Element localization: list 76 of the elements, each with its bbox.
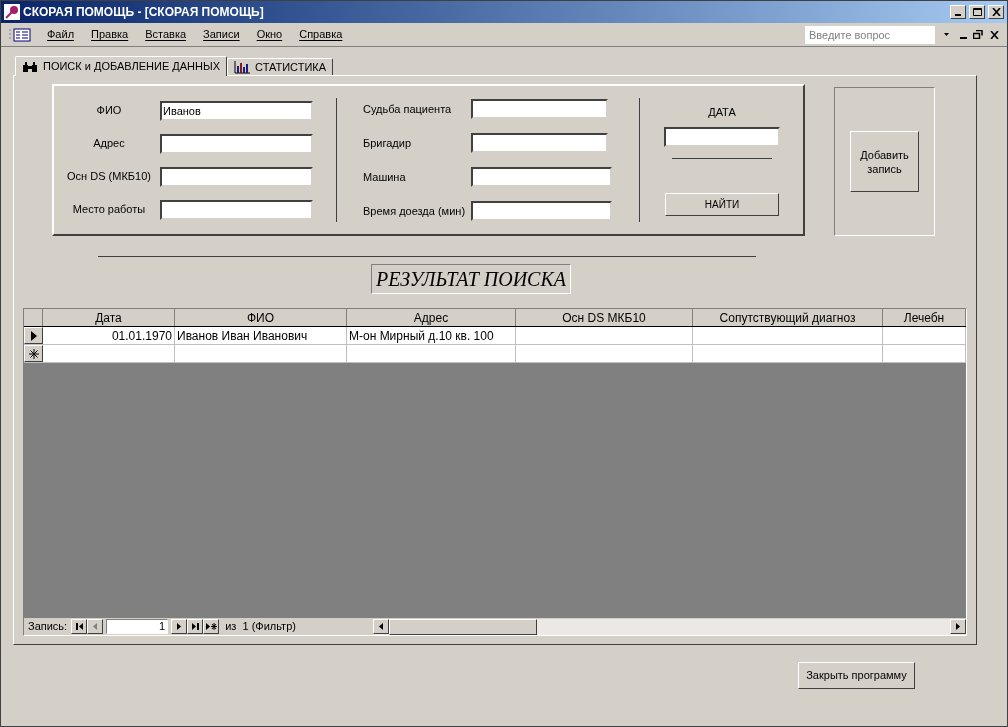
date-label: ДАТА [708,105,736,121]
window-title: СКОРАЯ ПОМОЩЬ - [СКОРАЯ ПОМОЩЬ] [23,4,265,21]
close-icon [990,30,999,39]
menu-item[interactable]: Записи [195,26,248,43]
maximize-button[interactable] [969,5,985,19]
record-label: Запись: [28,619,68,635]
table-cell: Иванов Иван Иванович [177,329,308,343]
field-label: Судьба пациента [363,101,453,117]
text-field[interactable] [160,133,313,154]
table-cell: 01.01.1970 [111,329,172,343]
tab[interactable]: СТАТИСТИКА [227,58,334,75]
current-record-icon [30,330,37,341]
menu-item[interactable]: Правка [83,26,137,43]
key-icon [4,4,20,20]
field-label: Адрес [92,136,126,152]
text-field[interactable]: Иванов [160,100,313,121]
dropdown-caret-icon [943,32,951,37]
left-arrow-icon [93,623,98,630]
minimize-button[interactable] [950,5,966,19]
text-field[interactable] [160,166,313,187]
new-record-arrow-icon [205,623,217,630]
record-number-field[interactable]: 1 [106,619,169,634]
right-arrow-icon [177,623,182,630]
help-search-field[interactable]: Введите вопрос [805,25,935,44]
column-header[interactable]: ФИО [175,309,347,326]
next-record-button[interactable] [171,619,188,634]
column-header[interactable]: Осн DS МКБ10 [516,309,693,326]
record-count: из 1 (Фильтр) [225,619,297,635]
text-field[interactable] [471,167,612,187]
field-label: Место работы [71,202,147,218]
restore-icon [973,30,983,39]
results-title: РЕЗУЛЬТАТ ПОИСКА [371,264,571,294]
close-icon [991,8,1001,16]
tab[interactable]: ПОИСК и ДОБАВЛЕНИЕ ДАННЫХ [15,56,228,76]
first-arrow-icon [75,623,83,630]
find-button[interactable]: НАЙТИ [665,192,779,216]
close-button[interactable] [988,5,1004,19]
record-selector[interactable] [24,327,43,344]
menu-item[interactable]: Справка [291,26,351,43]
horizontal-scrollbar[interactable] [373,618,966,635]
column-header[interactable]: Дата [43,309,175,326]
column-header[interactable]: Лечебн [883,309,966,326]
maximize-icon [972,8,982,16]
scroll-left-button[interactable] [373,618,390,634]
right-arrow-icon [956,622,960,630]
column-header[interactable]: Адрес [347,309,516,326]
table-cell: М-он Мирный д.10 кв. 100 [349,329,494,343]
left-arrow-icon [379,622,384,630]
scroll-right-button[interactable] [950,618,966,634]
text-field[interactable] [471,201,612,221]
field-label: Машина [363,169,407,185]
field-label: ФИО [95,103,123,119]
text-field[interactable] [471,133,608,153]
minimize-icon [960,36,967,39]
text-field[interactable] [471,99,608,119]
menu-item[interactable]: Окно [248,26,291,43]
first-record-button[interactable] [71,619,88,634]
last-record-button[interactable] [187,619,204,634]
last-arrow-icon [191,623,199,630]
field-label: Бригадир [363,135,413,151]
close-program-button[interactable]: Закрыть программу [798,662,915,689]
new-record-icon [28,348,39,359]
menu-item[interactable]: Вставка [137,26,195,43]
menu-item[interactable]: Файл [39,26,83,43]
add-record-button[interactable]: Добавить запись [850,131,919,192]
form-view-icon [9,27,31,42]
text-field[interactable] [160,199,313,220]
column-header[interactable]: Сопутствующий диагноз [693,309,883,326]
record-selector[interactable] [24,345,43,362]
field-label: Осн DS (МКБ10) [66,169,152,185]
new-record-button[interactable] [203,619,220,634]
previous-record-button[interactable] [87,619,104,634]
field-label: Время доезда (мин) [363,203,467,219]
text-field[interactable] [664,126,780,147]
bar-chart-icon [234,60,251,74]
binoculars-icon [22,60,38,73]
